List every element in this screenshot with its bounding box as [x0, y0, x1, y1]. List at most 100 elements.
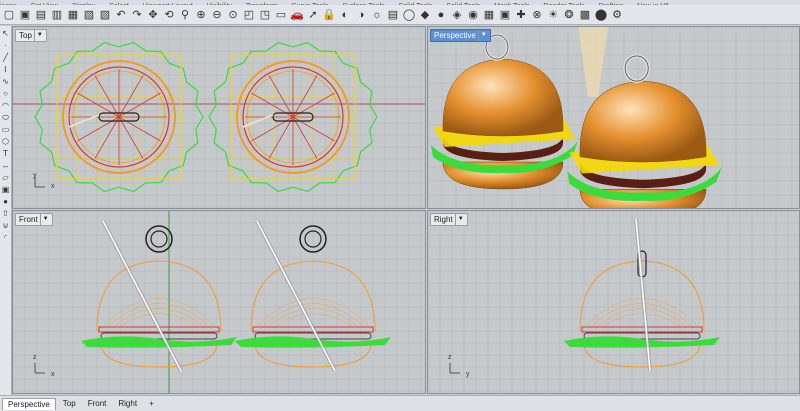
viewport-front-label[interactable]: Front ▼ — [15, 213, 53, 226]
arrow-tool-icon[interactable]: ↖ — [1, 29, 10, 38]
curve-tool-icon[interactable]: ∿ — [1, 77, 10, 86]
show-icon[interactable]: ◐ — [338, 8, 352, 22]
lock-icon[interactable]: 🔒 — [322, 8, 336, 22]
fillet-tool-icon[interactable]: ◜ — [1, 233, 10, 242]
undo-icon[interactable]: ↶ — [114, 8, 128, 22]
chevron-down-icon[interactable]: ▼ — [33, 30, 43, 41]
tab-front[interactable]: Front — [83, 398, 112, 409]
polyline-tool-icon[interactable]: ⌇ — [1, 65, 10, 74]
settings-icon[interactable]: ⚙ — [610, 8, 624, 22]
viewport-front[interactable]: Front ▼ x z — [12, 210, 426, 394]
left-toolbar: ↖ · ╱ ⌇ ∿ ○ ◠ ⬭ ▭ ⬡ T ↔ ▱ ▣ ● ⇧ ⊍ ◜ — [0, 26, 12, 396]
open-icon[interactable]: ▣ — [18, 8, 32, 22]
paste-icon[interactable]: ▨ — [98, 8, 112, 22]
copy-icon[interactable]: ▧ — [82, 8, 96, 22]
grid — [13, 211, 425, 393]
print-icon[interactable]: ▥ — [50, 8, 64, 22]
surface-tool-icon[interactable]: ▱ — [1, 173, 10, 182]
chevron-down-icon[interactable]: ▼ — [477, 30, 487, 41]
rect-tool-icon[interactable]: ▭ — [1, 125, 10, 134]
lettuce-layer — [564, 336, 720, 348]
axis-x-label: x — [51, 371, 55, 378]
texture-icon[interactable]: ▩ — [578, 8, 592, 22]
save-icon[interactable]: ▤ — [34, 8, 48, 22]
pan-icon[interactable]: ✥ — [146, 8, 160, 22]
bun-wire — [597, 308, 687, 327]
axis-y-label: y — [466, 371, 470, 378]
color-icon[interactable]: ◉ — [466, 8, 480, 22]
extrude-tool-icon[interactable]: ⇧ — [1, 209, 10, 218]
tab-top[interactable]: Top — [58, 398, 81, 409]
lightbulb-icon[interactable]: ☼ — [370, 8, 384, 22]
select-icon[interactable]: ➚ — [306, 8, 320, 22]
line-tool-icon[interactable]: ╱ — [1, 53, 10, 62]
viewport-top[interactable]: Top ▼ x y — [12, 26, 426, 209]
named-views-icon[interactable]: ◳ — [258, 8, 272, 22]
polygon-tool-icon[interactable]: ⬡ — [1, 137, 10, 146]
axis-x-label: x — [51, 183, 55, 190]
materials-icon[interactable]: ◈ — [450, 8, 464, 22]
car-icon[interactable]: 🚗 — [290, 8, 304, 22]
bun-wire — [603, 313, 681, 327]
viewport-icon[interactable]: ▭ — [274, 8, 288, 22]
viewport-tab-bar: Perspective Top Front Right + — [0, 395, 800, 411]
ellipse-tool-icon[interactable]: ⬭ — [1, 113, 10, 122]
environment-icon[interactable]: ❂ — [562, 8, 576, 22]
arc-tool-icon[interactable]: ◠ — [1, 101, 10, 110]
point-tool-icon[interactable]: · — [1, 41, 10, 50]
sphere-icon[interactable]: ● — [434, 8, 448, 22]
toothpick-core — [256, 220, 336, 372]
viewport-right-label[interactable]: Right ▼ — [430, 213, 468, 226]
snap-icon[interactable]: ✚ — [514, 8, 528, 22]
dim-tool-icon[interactable]: ↔ — [1, 161, 10, 170]
zoom-selected-icon[interactable]: ⊙ — [226, 8, 240, 22]
viewport-front-title: Front — [19, 215, 38, 224]
burger-top-view — [34, 41, 204, 193]
chevron-down-icon[interactable]: ▼ — [454, 214, 464, 225]
sphere-tool-icon[interactable]: ● — [1, 197, 10, 206]
grid — [428, 211, 799, 393]
osnap-icon[interactable]: ⊗ — [530, 8, 544, 22]
ring-handle-outline — [624, 55, 649, 82]
boolean-tool-icon[interactable]: ⊍ — [1, 221, 10, 230]
hide-icon[interactable]: ◑ — [354, 8, 368, 22]
layers-icon[interactable]: ▤ — [386, 8, 400, 22]
bun-wire — [102, 298, 216, 327]
burger-top-view — [208, 41, 378, 193]
redo-icon[interactable]: ↷ — [130, 8, 144, 22]
text-tool-icon[interactable]: T — [1, 149, 10, 158]
zoom-window-icon[interactable]: ⊕ — [194, 8, 208, 22]
plus-icon[interactable]: + — [144, 398, 159, 409]
axis-z-label: z — [33, 354, 37, 361]
box-tool-icon[interactable]: ▣ — [1, 185, 10, 194]
viewport-top-label[interactable]: Top ▼ — [15, 29, 47, 42]
new-file-icon[interactable]: ▢ — [2, 8, 16, 22]
chevron-down-icon[interactable]: ▼ — [39, 214, 49, 225]
tab-perspective[interactable]: Perspective — [2, 397, 56, 410]
viewport-right[interactable]: Right ▼ y z — [427, 210, 800, 394]
grid-icon[interactable]: ▦ — [482, 8, 496, 22]
viewport-perspective-label[interactable]: Perspective ▼ — [430, 29, 491, 42]
tab-right[interactable]: Right — [113, 398, 142, 409]
render-icon[interactable]: ◆ — [418, 8, 432, 22]
sun-icon[interactable]: ☀ — [546, 8, 560, 22]
axis-y-label: y — [33, 172, 37, 179]
import-icon[interactable]: ▦ — [66, 8, 80, 22]
view-icon[interactable]: ◰ — [242, 8, 256, 22]
ring-handle — [145, 225, 173, 253]
circle-icon[interactable]: ◯ — [402, 8, 416, 22]
ring-handle-inner — [150, 230, 168, 248]
burger-front-view — [81, 220, 237, 372]
viewport-perspective[interactable]: Perspective ▼ — [427, 26, 800, 209]
bun-wire — [114, 308, 204, 327]
bun-wire — [120, 313, 198, 327]
main-toolbar: ▢ ▣ ▤ ▥ ▦ ▧ ▨ ↶ ↷ ✥ ⟲ ⚲ ⊕ ⊖ ⊙ ◰ ◳ ▭ 🚗 ➚ 🔒 ◐ ◑ ☼ ▤ ◯ ◆ ● ◈ ◉ ▦ ▣ ✚ ⊗ ☀ ❂ ▩ ⬤ ⚙ — [0, 5, 800, 25]
zoom-icon[interactable]: ⚲ — [178, 8, 192, 22]
rotate-icon[interactable]: ⟲ — [162, 8, 176, 22]
circle-tool-icon[interactable]: ○ — [1, 89, 10, 98]
viewport-right-title: Right — [434, 215, 453, 224]
ball-icon[interactable]: ⬤ — [594, 8, 608, 22]
zoom-extents-icon[interactable]: ⊖ — [210, 8, 224, 22]
burger-3d — [431, 33, 578, 190]
box-icon[interactable]: ▣ — [498, 8, 512, 22]
